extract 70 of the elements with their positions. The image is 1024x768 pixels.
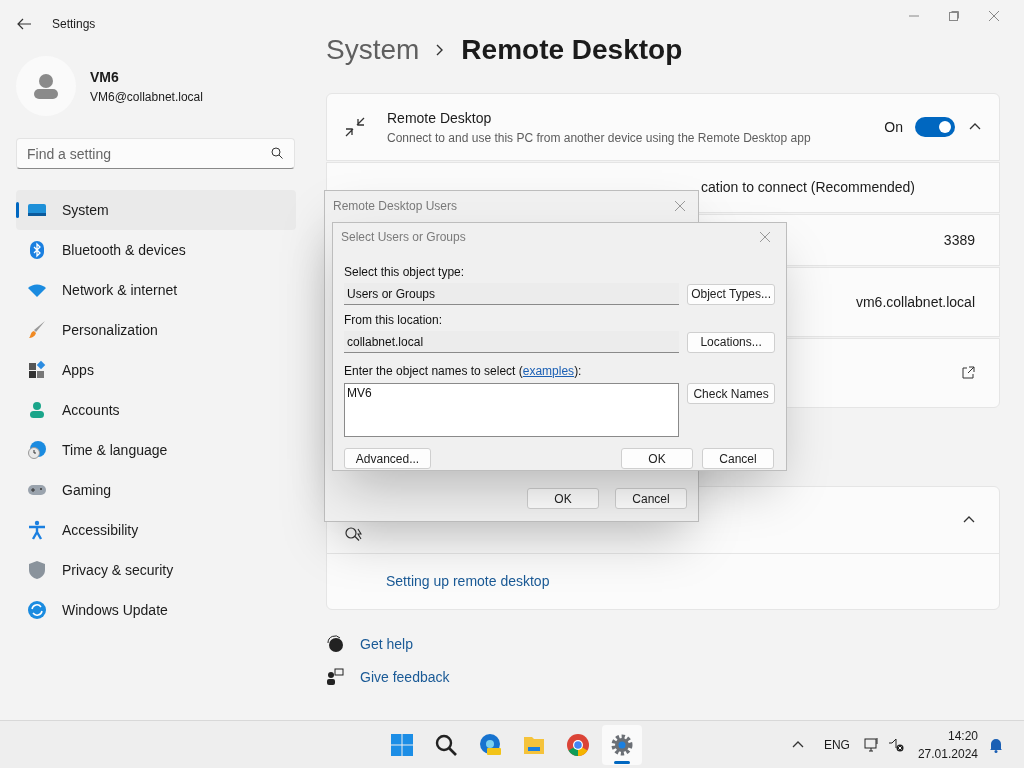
sidebar-item[interactable]: Privacy & security [16,550,296,590]
advanced-button[interactable]: Advanced... [344,448,431,469]
remote-desktop-icon [345,117,365,137]
sidebar-item[interactable]: Bluetooth & devices [16,230,296,270]
windows-logo-icon [390,732,414,757]
field-label: Enter the object names to select (examples): [344,363,583,380]
sidebar-item[interactable]: Windows Update [16,590,296,630]
sidebar-item[interactable]: Network & internet [16,270,296,310]
location-field: collabnet.local [344,331,680,353]
sidebar-item[interactable]: Gaming [16,470,296,510]
chrome-icon [566,732,590,757]
account-email: VM6@collabnet.local [90,88,203,106]
cancel-button[interactable]: Cancel [702,448,774,469]
setting-description: Connect to and use this PC from another device using the Remote Desktop app [387,129,812,147]
person-icon [27,400,47,420]
maximize-icon[interactable] [948,10,960,22]
feedback-icon [326,668,344,686]
dialog-button[interactable]: OK [527,488,599,509]
sidebar-item[interactable]: Personalization [16,310,296,350]
sidebar-item[interactable]: Apps [16,350,296,390]
gear-icon [610,732,634,757]
refresh-icon [27,600,47,620]
breadcrumb-parent[interactable]: System [326,29,420,71]
setting-label: cation to connect (Recommended) [701,178,915,197]
footer-link[interactable]: Get help [360,633,413,655]
object-type-field: Users or Groups [344,283,680,305]
locations-button[interactable]: Locations... [687,331,775,353]
page-title: Remote Desktop [461,33,683,67]
ok-button[interactable]: OK [621,448,693,469]
examples-link[interactable]: examples [522,364,575,378]
dialog-button[interactable]: Cancel [615,488,687,509]
search-icon [345,527,363,541]
setting-value: vm6.collabnet.local [855,292,975,312]
dialog-title: Select Users or Groups [341,229,467,246]
dialog-title: Remote Desktop Users [333,198,459,215]
sidebar-item[interactable]: Accounts [16,390,296,430]
bluetooth-icon [27,240,47,260]
clock-time[interactable]: 14:20 [947,726,978,745]
apps-icon [27,360,47,380]
search-field[interactable]: Find a setting [16,138,295,169]
object-names-field[interactable]: MV6 [344,383,680,437]
browser-icon [478,732,502,757]
window-title: Settings [52,16,96,33]
back-arrow-icon[interactable] [16,16,32,32]
footer-link[interactable]: Give feedback [360,666,450,688]
setting-title: Remote Desktop [387,108,493,128]
check-names-button[interactable]: Check Names [687,383,775,404]
toggle-state-label: On [884,117,903,137]
close-icon[interactable] [988,10,1000,22]
field-label: From this location: [344,312,444,329]
brush-icon [27,320,47,340]
clock-date[interactable]: 27.01.2024 [917,744,978,763]
field-label: Select this object type: [344,264,466,281]
object-types-button[interactable]: Object Types... [687,283,775,305]
monitor-network-icon[interactable] [863,736,880,753]
setting-value: 3389 [943,230,975,250]
help-link[interactable]: Setting up remote desktop [386,571,550,592]
accessibility-icon [27,520,47,540]
sidebar-item[interactable]: Time & language [16,430,296,470]
sidebar-item[interactable]: Accessibility [16,510,296,550]
account-name: VM6 [90,67,120,87]
globe-clock-icon [27,440,47,460]
external-link-icon[interactable] [961,366,975,380]
search-icon [434,732,458,757]
bell-icon[interactable] [988,736,1004,753]
sidebar-item[interactable]: System [16,190,296,230]
language-indicator[interactable]: ENG [823,735,850,754]
toggle-switch[interactable] [915,117,955,137]
shield-icon [27,560,47,580]
search-icon [271,147,283,159]
